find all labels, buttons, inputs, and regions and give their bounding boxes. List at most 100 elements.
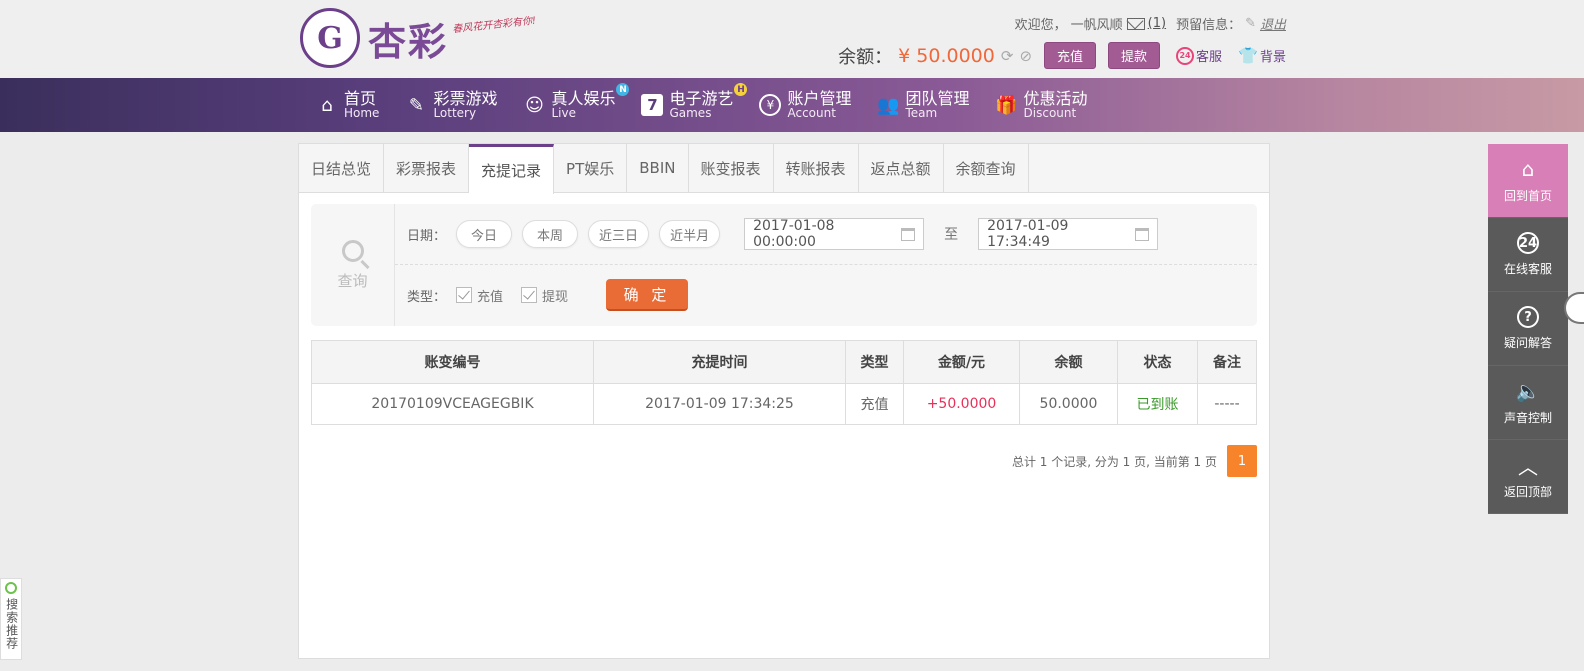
customer-service-link[interactable]: 24 客服 xyxy=(1176,46,1222,65)
refresh-icon[interactable]: ⟳ xyxy=(1001,47,1014,65)
date-row: 日期： 今日 本周 近三日 近半月 2017-01-08 00:00:00 至 … xyxy=(407,218,1159,250)
start-date-value: 2017-01-08 00:00:00 xyxy=(753,218,835,250)
calendar-icon xyxy=(1135,227,1150,241)
table-row[interactable]: 20170109VCEAGEGBIK 2017-01-09 17:34:25 充… xyxy=(311,383,1257,425)
nav-discount[interactable]: 🎁 优惠活动 Discount xyxy=(995,78,1087,132)
logo-text: 杏彩 xyxy=(368,18,449,64)
reserve-info-label: 预留信息： xyxy=(1176,18,1242,33)
welcome-text: 欢迎您， xyxy=(1014,18,1067,33)
nav-sublabel: Live xyxy=(551,106,576,121)
calendar-icon xyxy=(901,227,916,241)
tab-rebate-total[interactable]: 返点总额 xyxy=(858,144,944,192)
top-header: G 杏彩 春风花开杏彩有你! 欢迎您， 一帆风顺 (1) 预留信息： ✎ 退出 … xyxy=(0,0,1584,78)
back-home-button[interactable]: ⌂ 回到首页 xyxy=(1488,144,1568,218)
tab-bbin[interactable]: BBIN xyxy=(627,144,689,192)
live-icon: ☺ xyxy=(525,94,544,116)
nav-sublabel: Team xyxy=(905,106,938,121)
tab-lottery-report[interactable]: 彩票报表 xyxy=(384,144,470,192)
tab-account-change[interactable]: 账变报表 xyxy=(688,144,774,192)
user-info-line: 欢迎您， 一帆风顺 (1) 预留信息： ✎ 退出 xyxy=(1015,14,1286,33)
nav-label: 彩票游戏 xyxy=(433,88,498,108)
background-link[interactable]: 👕 背景 xyxy=(1238,46,1286,65)
shirt-icon: 👕 xyxy=(1238,46,1258,65)
back-to-top-button[interactable]: ︿ 返回顶部 xyxy=(1488,440,1568,514)
search-recommend-float[interactable]: 搜索推荐 xyxy=(0,578,22,660)
quick-3days-button[interactable]: 近三日 xyxy=(588,220,650,248)
checkbox-icon xyxy=(456,287,473,303)
record-id: 20170109VCEAGEGBIK xyxy=(311,383,594,425)
recharge-button[interactable]: 充值 xyxy=(1044,42,1097,69)
search-recommend-label: 搜索推荐 xyxy=(4,598,19,650)
balance-amount: ¥ 50.0000 xyxy=(898,44,995,67)
query-label: 查询 xyxy=(337,271,368,290)
service-label: 客服 xyxy=(1196,50,1223,65)
nav-label: 团队管理 xyxy=(905,88,970,108)
record-type: 充值 xyxy=(845,383,904,425)
search-recommend-icon xyxy=(5,582,17,594)
hide-balance-icon[interactable]: ⊘ xyxy=(1019,47,1032,65)
withdraw-button[interactable]: 提款 xyxy=(1108,42,1161,69)
username: 一帆风顺 xyxy=(1070,18,1123,33)
start-date-input[interactable]: 2017-01-08 00:00:00 xyxy=(744,218,925,250)
table-header-row: 账变编号 充提时间 类型 金额/元 余额 状态 备注 xyxy=(311,340,1257,384)
query-box: 查询 日期： 今日 本周 近三日 近半月 2017-01-08 00:00:00… xyxy=(311,204,1257,326)
sound-control-button[interactable]: 🔈 声音控制 xyxy=(1488,366,1568,440)
right-float-toolbar: ⌂ 回到首页 24 在线客服 ? 疑问解答 🔈 声音控制 ︿ 返回顶部 xyxy=(1488,144,1568,514)
yen-icon: ¥ xyxy=(759,94,782,116)
query-label-block: 查询 xyxy=(311,204,395,326)
report-panel: 日结总览 彩票报表 充提记录 PT娱乐 BBIN 账变报表 转账报表 返点总额 … xyxy=(298,143,1270,659)
type-withdraw-checkbox[interactable]: 提现 xyxy=(521,286,568,305)
tab-daily-overview[interactable]: 日结总览 xyxy=(299,144,385,192)
headset-icon: 24 xyxy=(1517,232,1539,254)
type-recharge-checkbox[interactable]: 充值 xyxy=(456,286,503,305)
nav-games[interactable]: 7 电子游艺 Games H xyxy=(641,78,748,132)
record-balance: 50.0000 xyxy=(1019,383,1118,425)
tab-balance-query[interactable]: 余额查询 xyxy=(943,144,1029,192)
nav-account[interactable]: ¥ 账户管理 Account xyxy=(759,78,852,132)
site-logo[interactable]: G 杏彩 春风花开杏彩有你! xyxy=(300,8,537,68)
logout-link[interactable]: 退出 xyxy=(1260,14,1286,33)
mail-link[interactable]: (1) xyxy=(1126,16,1167,31)
background-label: 背景 xyxy=(1259,50,1286,65)
end-date-input[interactable]: 2017-01-09 17:34:49 xyxy=(978,218,1159,250)
home-icon: ⌂ xyxy=(321,94,333,116)
online-service-button[interactable]: 24 在线客服 xyxy=(1488,218,1568,292)
record-remark: ----- xyxy=(1197,383,1257,425)
nav-home[interactable]: ⌂ 首页 Home xyxy=(316,78,379,132)
main-nav-bar: ⌂ 首页 Home ✎ 彩票游戏 Lottery ☺ 真人娱乐 Live N 7 电子… xyxy=(0,78,1584,132)
nav-label: 首页 xyxy=(344,88,377,108)
gift-icon: 🎁 xyxy=(995,94,1018,116)
page-1-button[interactable]: 1 xyxy=(1227,445,1257,477)
date-label: 日期： xyxy=(407,228,447,244)
tab-pt[interactable]: PT娱乐 xyxy=(554,144,628,192)
type-label: 类型： xyxy=(407,289,447,305)
confirm-button[interactable]: 确 定 xyxy=(606,279,689,311)
nav-lottery[interactable]: ✎ 彩票游戏 Lottery xyxy=(405,78,498,132)
record-amount: +50.0000 xyxy=(903,383,1020,425)
end-date-value: 2017-01-09 17:34:49 xyxy=(987,218,1069,250)
col-header: 余额 xyxy=(1019,340,1118,384)
logo-slogan: 春风花开杏彩有你! xyxy=(451,15,537,36)
sidebar-label: 回到首页 xyxy=(1503,189,1552,203)
quick-week-button[interactable]: 本周 xyxy=(522,220,579,248)
chevron-up-icon: ︿ xyxy=(1518,454,1538,479)
home-icon: ⌂ xyxy=(1521,157,1535,181)
pagination-summary: 总计 1 个记录, 分为 1 页, 当前第 1 页 xyxy=(1011,454,1217,469)
mail-count: (1) xyxy=(1147,16,1167,31)
nav-sublabel: Lottery xyxy=(433,106,477,121)
nav-live[interactable]: ☺ 真人娱乐 Live N xyxy=(523,78,630,132)
speaker-icon: 🔈 xyxy=(1515,379,1541,403)
quick-halfmonth-button[interactable]: 近半月 xyxy=(659,220,721,248)
nav-team[interactable]: 👥 团队管理 Team xyxy=(877,78,970,132)
records-table: 账变编号 充提时间 类型 金额/元 余额 状态 备注 20170109VCEAG… xyxy=(311,340,1257,425)
nav-sublabel: Home xyxy=(344,106,380,121)
nav-label: 真人娱乐 xyxy=(551,88,616,108)
quick-today-button[interactable]: 今日 xyxy=(456,220,513,248)
faq-button[interactable]: ? 疑问解答 xyxy=(1488,292,1568,366)
tab-transfer-report[interactable]: 转账报表 xyxy=(773,144,859,192)
balance-line: 余额： ¥ 50.0000 ⟳ ⊘ 充值 提款 24 客服 👕 背景 xyxy=(838,42,1286,69)
mail-icon xyxy=(1126,17,1145,30)
tab-deposit-withdraw[interactable]: 充提记录 xyxy=(469,144,555,194)
edit-icon[interactable]: ✎ xyxy=(1245,16,1256,31)
col-header: 账变编号 xyxy=(311,340,594,384)
